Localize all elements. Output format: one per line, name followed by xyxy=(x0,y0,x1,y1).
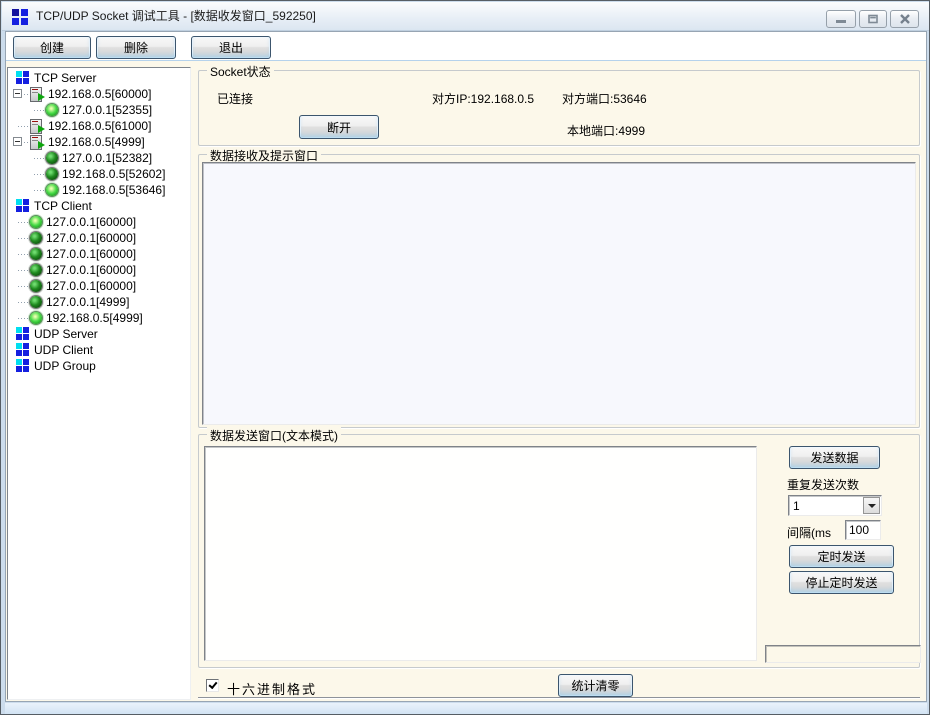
repeat-count-label: 重复发送次数 xyxy=(787,476,859,493)
tree-item[interactable]: TCP Server xyxy=(8,70,190,86)
tree-item-label: 127.0.0.1[52382] xyxy=(62,151,152,165)
clear-statistics-button[interactable]: 统计清零 xyxy=(558,674,633,697)
socket-status-group: Socket状态 已连接 对方IP:192.168.0.5 对方端口:53646… xyxy=(198,70,920,146)
close-icon xyxy=(899,14,911,24)
tree-item[interactable]: 127.0.0.1[4999] xyxy=(8,294,190,310)
tree-item-label: UDP Group xyxy=(34,359,96,373)
close-button[interactable] xyxy=(890,10,919,28)
tree-item[interactable]: 192.168.0.5[61000] xyxy=(8,118,190,134)
connection-tree[interactable]: TCP Server 192.168.0.5[60000] 127.0.0.1[52… xyxy=(7,67,191,700)
exit-button[interactable]: 退出 xyxy=(191,36,271,59)
tree-item-label: 127.0.0.1[60000] xyxy=(46,263,136,277)
tree-item[interactable]: 127.0.0.1[60000] xyxy=(8,246,190,262)
statistics-box xyxy=(765,645,921,663)
tree-item-label: TCP Server xyxy=(34,71,96,85)
timed-send-button[interactable]: 定时发送 xyxy=(789,545,894,568)
send-textarea[interactable] xyxy=(204,446,757,661)
tree-item-label: 127.0.0.1[60000] xyxy=(46,231,136,245)
restore-button[interactable] xyxy=(859,10,887,28)
repeat-count-value: 1 xyxy=(793,499,800,513)
connection-icon xyxy=(30,232,42,244)
connection-icon xyxy=(46,184,58,196)
send-data-button[interactable]: 发送数据 xyxy=(789,446,880,469)
tree-item-label: 192.168.0.5[4999] xyxy=(48,135,145,149)
repeat-count-combobox[interactable]: 1 xyxy=(788,495,882,516)
category-squares-icon xyxy=(16,199,30,213)
restore-icon xyxy=(866,13,880,25)
stop-timed-send-button[interactable]: 停止定时发送 xyxy=(789,571,894,594)
receive-group: 数据接收及提示窗口 xyxy=(198,154,920,428)
disconnect-button[interactable]: 断开 xyxy=(299,115,379,139)
tree-item-label: 192.168.0.5[61000] xyxy=(48,119,151,133)
title-bar: TCP/UDP Socket 调试工具 - [数据收发窗口_592250] xyxy=(2,2,930,31)
server-socket-icon xyxy=(29,135,44,150)
tree-item-label: 192.168.0.5[4999] xyxy=(46,311,143,325)
socket-status-group-label: Socket状态 xyxy=(207,63,274,80)
peer-port-text: 对方端口:53646 xyxy=(562,90,647,107)
window-title: TCP/UDP Socket 调试工具 - [数据收发窗口_592250] xyxy=(36,2,316,31)
tree-item[interactable]: 127.0.0.1[52355] xyxy=(8,102,190,118)
tree-item-label: UDP Server xyxy=(34,327,98,341)
status-bar xyxy=(5,703,927,715)
tree-item-label: UDP Client xyxy=(34,343,93,357)
send-group-label: 数据发送窗口(文本模式) xyxy=(207,427,341,444)
server-socket-icon xyxy=(29,119,44,134)
category-squares-icon xyxy=(16,359,30,373)
combobox-dropdown-button[interactable] xyxy=(863,497,880,514)
app-window: TCP/UDP Socket 调试工具 - [数据收发窗口_592250] 创建… xyxy=(0,0,930,715)
tree-item[interactable]: UDP Server xyxy=(8,326,190,342)
connection-icon xyxy=(46,168,58,180)
tree-item[interactable]: 192.168.0.5[4999] xyxy=(8,134,190,150)
collapse-minus-icon[interactable] xyxy=(13,137,22,146)
interval-input[interactable] xyxy=(845,520,881,540)
tree-item[interactable]: 127.0.0.1[60000] xyxy=(8,230,190,246)
tree-item-label: 127.0.0.1[60000] xyxy=(46,279,136,293)
receive-textarea[interactable] xyxy=(202,162,916,425)
interval-label: 间隔(ms xyxy=(787,524,831,541)
category-squares-icon xyxy=(16,343,30,357)
minimize-button[interactable] xyxy=(826,10,856,28)
app-icon xyxy=(12,9,28,25)
hex-format-label: 十六进制格式 xyxy=(227,679,317,698)
connection-icon xyxy=(30,296,42,308)
tree-item[interactable]: 127.0.0.1[52382] xyxy=(8,150,190,166)
send-group: 数据发送窗口(文本模式) 发送数据 重复发送次数 1 间隔(ms 定时发送 停止… xyxy=(198,434,920,668)
tree-item[interactable]: TCP Client xyxy=(8,198,190,214)
create-button[interactable]: 创建 xyxy=(13,36,91,59)
tree-item[interactable]: UDP Client xyxy=(8,342,190,358)
tree-item-label: TCP Client xyxy=(34,199,92,213)
tree-item[interactable]: 127.0.0.1[60000] xyxy=(8,262,190,278)
category-squares-icon xyxy=(16,327,30,341)
connection-icon xyxy=(30,280,42,292)
delete-button[interactable]: 删除 xyxy=(96,36,176,59)
connection-icon xyxy=(30,216,42,228)
tree-item[interactable]: 127.0.0.1[60000] xyxy=(8,214,190,230)
server-socket-icon xyxy=(29,87,44,102)
collapse-minus-icon[interactable] xyxy=(13,89,22,98)
connection-state-text: 已连接 xyxy=(217,90,253,107)
tree-item-label: 127.0.0.1[4999] xyxy=(46,295,129,309)
tree-item[interactable]: UDP Group xyxy=(8,358,190,374)
tree-item-label: 127.0.0.1[60000] xyxy=(46,247,136,261)
tree-item[interactable]: 192.168.0.5[53646] xyxy=(8,182,190,198)
tree-item-label: 192.168.0.5[60000] xyxy=(48,87,151,101)
tree-item-label: 127.0.0.1[52355] xyxy=(62,103,152,117)
tree-item-label: 192.168.0.5[52602] xyxy=(62,167,165,181)
connection-icon xyxy=(30,312,42,324)
tree-item[interactable]: 192.168.0.5[4999] xyxy=(8,310,190,326)
tree-item-label: 127.0.0.1[60000] xyxy=(46,215,136,229)
hex-format-checkbox[interactable] xyxy=(206,679,219,692)
tree-item[interactable]: 192.168.0.5[60000] xyxy=(8,86,190,102)
connection-icon xyxy=(46,104,58,116)
tree-item[interactable]: 127.0.0.1[60000] xyxy=(8,278,190,294)
tree-item[interactable]: 192.168.0.5[52602] xyxy=(8,166,190,182)
peer-ip-text: 对方IP:192.168.0.5 xyxy=(432,90,534,107)
minimize-icon xyxy=(834,14,848,24)
tree-item-label: 192.168.0.5[53646] xyxy=(62,183,165,197)
local-port-text: 本地端口:4999 xyxy=(567,122,645,139)
connection-icon xyxy=(30,264,42,276)
connection-icon xyxy=(30,248,42,260)
connection-icon xyxy=(46,152,58,164)
category-squares-icon xyxy=(16,71,30,85)
